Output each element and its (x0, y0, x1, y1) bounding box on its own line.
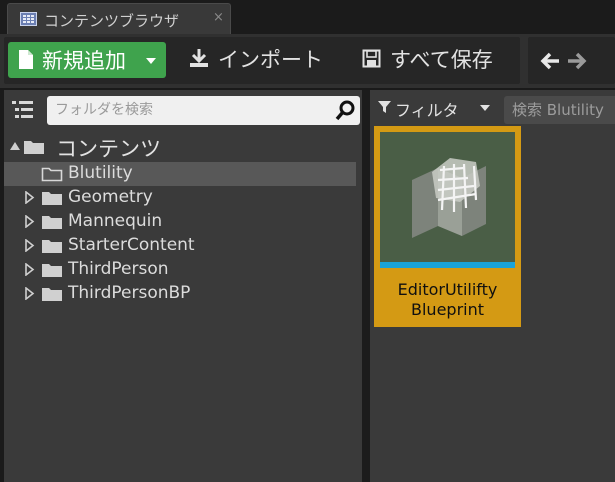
sources-panel: コンテンツ Blutility Geometry Mannequin StarterC… (4, 90, 362, 482)
chevron-down-icon (480, 105, 490, 111)
folder-search-input[interactable] (55, 99, 325, 121)
folder-icon (42, 264, 62, 277)
import-icon (190, 49, 208, 67)
folder-icon (42, 288, 62, 301)
search-icon[interactable] (335, 100, 356, 121)
close-tab-icon[interactable]: × (213, 10, 224, 25)
folder-label: ThirdPersonBP (68, 283, 191, 303)
asset-name-label: EditorUtilifty Blueprint (397, 280, 498, 319)
collapsed-arrow-icon[interactable] (24, 239, 35, 252)
folder-label: Geometry (68, 187, 153, 207)
tab-title: コンテンツブラウザ (44, 12, 180, 30)
folder-item[interactable]: ThirdPerson (4, 258, 356, 282)
filter-icon (378, 101, 391, 113)
collapsed-arrow-icon[interactable] (24, 215, 35, 228)
editor-utility-blueprint-icon (412, 158, 486, 238)
add-new-label: 新規追加 (42, 49, 126, 73)
panel-splitter[interactable] (362, 90, 370, 482)
asset-tile[interactable]: EditorUtilifty Blueprint (374, 126, 521, 327)
folder-label: Mannequin (68, 211, 163, 231)
content-browser-icon (20, 12, 37, 26)
collapsed-arrow-icon[interactable] (24, 263, 35, 276)
folder-item[interactable]: Mannequin (4, 210, 356, 234)
tree-root-content[interactable]: コンテンツ (10, 134, 350, 161)
asset-thumbnail (380, 132, 515, 262)
folder-open-icon (24, 141, 44, 154)
filter-label: フィルタ (395, 101, 459, 120)
new-document-icon (19, 50, 33, 69)
asset-search-input[interactable] (512, 99, 615, 121)
asset-search (504, 96, 615, 124)
import-label: インポート (218, 48, 323, 72)
chevron-down-icon (146, 58, 156, 64)
folder-item[interactable]: Blutility (4, 162, 356, 186)
folder-item[interactable]: ThirdPersonBP (4, 282, 356, 306)
folder-label: StarterContent (68, 235, 195, 255)
save-all-label: すべて保存 (390, 48, 493, 72)
folder-label: Blutility (68, 163, 133, 183)
asset-view-panel: フィルタ EditorUtilifty Blueprint (370, 90, 615, 482)
folder-icon (42, 240, 62, 253)
folder-item[interactable]: StarterContent (4, 234, 356, 258)
add-new-button[interactable]: 新規追加 (8, 42, 166, 78)
save-icon (362, 49, 381, 68)
sources-toggle-icon[interactable] (12, 100, 34, 120)
folder-icon (41, 167, 63, 182)
tab-bar: コンテンツブラウザ × (0, 0, 615, 34)
collapsed-arrow-icon[interactable] (24, 191, 35, 204)
toolbar: 新規追加 インポート すべて保存 (0, 34, 615, 88)
collapsed-arrow-icon[interactable] (24, 287, 35, 300)
back-arrow-icon[interactable] (539, 50, 561, 72)
expanded-arrow-icon[interactable] (10, 142, 20, 150)
folder-search (47, 96, 360, 125)
folder-item[interactable]: Geometry (4, 186, 356, 210)
folder-icon (42, 216, 62, 229)
forward-arrow-icon[interactable] (566, 50, 588, 72)
folder-label: ThirdPerson (68, 259, 169, 279)
tree-root-label: コンテンツ (56, 137, 161, 161)
asset-type-color-bar (380, 262, 515, 268)
folder-icon (42, 192, 62, 205)
tab-content-browser[interactable]: コンテンツブラウザ × (7, 3, 231, 34)
